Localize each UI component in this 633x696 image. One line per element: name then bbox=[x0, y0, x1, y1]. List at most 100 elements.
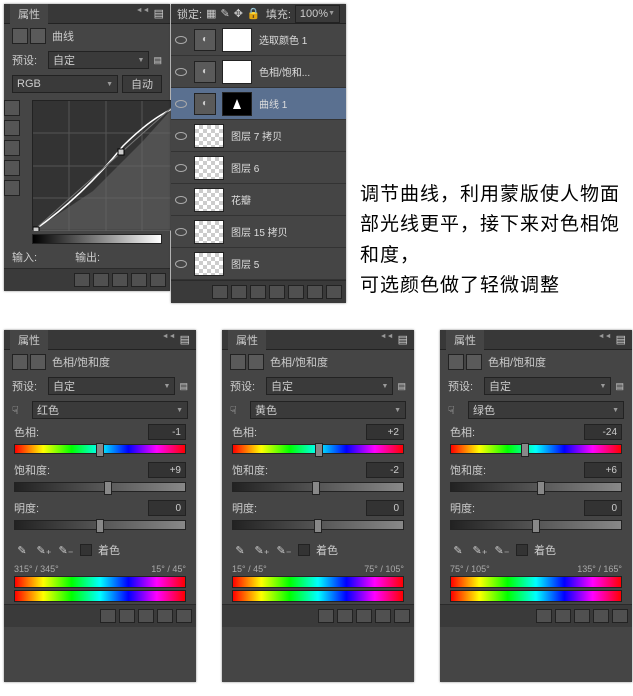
layer-name[interactable]: 图层 7 拷贝 bbox=[231, 128, 282, 143]
eyedropper-add-icon[interactable]: ✎₊ bbox=[36, 542, 52, 558]
eye-icon[interactable] bbox=[356, 609, 372, 623]
point-tool-icon[interactable] bbox=[4, 180, 20, 196]
layer-thumb[interactable] bbox=[194, 188, 224, 212]
hue-range-upper[interactable] bbox=[450, 576, 622, 588]
saturation-value[interactable]: +9 bbox=[148, 462, 186, 478]
properties-tab[interactable]: 属性 bbox=[10, 4, 48, 24]
collapse-icon[interactable]: ◄◄ bbox=[380, 333, 394, 346]
target-adjust-icon[interactable]: ☟ bbox=[12, 404, 28, 417]
footer-icon[interactable] bbox=[74, 273, 90, 287]
adj-type-icon[interactable] bbox=[230, 354, 246, 370]
footer-icon[interactable] bbox=[536, 609, 552, 623]
lock-move-icon[interactable]: ✥ bbox=[234, 7, 243, 20]
pencil-tool-icon[interactable] bbox=[4, 140, 20, 156]
clip-icon[interactable] bbox=[119, 609, 135, 623]
preset-select[interactable]: 自定 bbox=[48, 51, 149, 69]
menu-icon[interactable]: ▤ bbox=[398, 333, 408, 346]
collapse-icon[interactable]: ◄◄ bbox=[598, 333, 612, 346]
target-adjust-icon[interactable]: ☟ bbox=[230, 404, 246, 417]
adjustment-icon[interactable]: ◐ bbox=[194, 61, 216, 83]
eye-icon[interactable] bbox=[112, 273, 128, 287]
hue-value[interactable]: -1 bbox=[148, 424, 186, 440]
group-icon[interactable] bbox=[288, 285, 304, 299]
layer-name[interactable]: 选取颜色 1 bbox=[259, 32, 307, 47]
menu-icon[interactable]: ▤ bbox=[616, 333, 626, 346]
trash-icon[interactable] bbox=[326, 285, 342, 299]
layer-row[interactable]: 花瓣 bbox=[171, 184, 346, 216]
visibility-toggle[interactable] bbox=[171, 36, 191, 44]
hue-range-lower[interactable] bbox=[14, 590, 186, 602]
new-layer-icon[interactable] bbox=[307, 285, 323, 299]
hue-range-upper[interactable] bbox=[232, 576, 404, 588]
layer-name[interactable]: 曲线 1 bbox=[259, 96, 287, 111]
lightness-value[interactable]: 0 bbox=[584, 500, 622, 516]
layer-name[interactable]: 图层 6 bbox=[231, 160, 259, 175]
lock-trans-icon[interactable]: ▦ bbox=[206, 7, 216, 20]
mask-icon[interactable] bbox=[248, 354, 264, 370]
reset-icon[interactable] bbox=[593, 609, 609, 623]
layer-row[interactable]: 图层 5 bbox=[171, 248, 346, 280]
preset-select[interactable]: 自定 bbox=[484, 377, 611, 395]
layer-name[interactable]: 图层 5 bbox=[231, 256, 259, 271]
properties-tab[interactable]: 属性 bbox=[10, 330, 48, 350]
saturation-slider[interactable] bbox=[232, 482, 404, 492]
eye-icon[interactable] bbox=[574, 609, 590, 623]
reset-icon[interactable] bbox=[375, 609, 391, 623]
visibility-toggle[interactable] bbox=[171, 100, 191, 108]
eyedropper-icon[interactable]: ✎ bbox=[450, 542, 466, 558]
collapse-icon[interactable]: ◄◄ bbox=[136, 7, 150, 20]
smooth-tool-icon[interactable] bbox=[4, 160, 20, 176]
mask-icon[interactable] bbox=[30, 28, 46, 44]
preset-select[interactable]: 自定 bbox=[48, 377, 175, 395]
visibility-toggle[interactable] bbox=[171, 132, 191, 140]
hue-value[interactable]: -24 bbox=[584, 424, 622, 440]
saturation-slider[interactable] bbox=[14, 482, 186, 492]
adj-type-icon[interactable] bbox=[12, 28, 28, 44]
lightness-slider[interactable] bbox=[450, 520, 622, 530]
layer-mask-thumb[interactable] bbox=[222, 92, 252, 116]
link-icon[interactable] bbox=[212, 285, 228, 299]
lightness-slider[interactable] bbox=[232, 520, 404, 530]
input-gradient[interactable] bbox=[32, 234, 162, 244]
trash-icon[interactable] bbox=[612, 609, 628, 623]
visibility-toggle[interactable] bbox=[171, 228, 191, 236]
eyedropper-sub-icon[interactable]: ✎₋ bbox=[494, 542, 510, 558]
curve-graph[interactable] bbox=[32, 100, 178, 230]
eyedropper-add-icon[interactable]: ✎₊ bbox=[472, 542, 488, 558]
hue-slider[interactable] bbox=[232, 444, 404, 454]
eyedropper-sub-icon[interactable]: ✎₋ bbox=[58, 542, 74, 558]
adj-type-icon[interactable] bbox=[448, 354, 464, 370]
layer-thumb[interactable] bbox=[194, 156, 224, 180]
visibility-toggle[interactable] bbox=[171, 164, 191, 172]
reset-icon[interactable] bbox=[131, 273, 147, 287]
fx-icon[interactable] bbox=[231, 285, 247, 299]
mask-icon[interactable] bbox=[30, 354, 46, 370]
trash-icon[interactable] bbox=[394, 609, 410, 623]
channel-select[interactable]: 绿色 bbox=[468, 401, 624, 419]
layer-mask-thumb[interactable] bbox=[222, 28, 252, 52]
clip-icon[interactable] bbox=[337, 609, 353, 623]
channel-select[interactable]: 红色 bbox=[32, 401, 188, 419]
hue-slider[interactable] bbox=[450, 444, 622, 454]
eyedropper-sub-icon[interactable]: ✎₋ bbox=[276, 542, 292, 558]
properties-tab[interactable]: 属性 bbox=[446, 330, 484, 350]
layer-name[interactable]: 花瓣 bbox=[231, 192, 251, 207]
mask-icon[interactable] bbox=[466, 354, 482, 370]
colorize-checkbox[interactable] bbox=[298, 544, 310, 556]
eye-icon[interactable] bbox=[138, 609, 154, 623]
layer-name[interactable]: 色相/饱和... bbox=[259, 64, 310, 79]
layer-thumb[interactable] bbox=[194, 252, 224, 276]
visibility-toggle[interactable] bbox=[171, 196, 191, 204]
adjustment-icon[interactable]: ◐ bbox=[194, 93, 216, 115]
trash-icon[interactable] bbox=[176, 609, 192, 623]
lock-all-icon[interactable]: 🔒 bbox=[247, 7, 261, 20]
adj-type-icon[interactable] bbox=[12, 354, 28, 370]
target-adjust-icon[interactable]: ☟ bbox=[448, 404, 464, 417]
layer-row[interactable]: 图层 6 bbox=[171, 152, 346, 184]
layer-row[interactable]: ◐选取颜色 1 bbox=[171, 24, 346, 56]
adj-new-icon[interactable] bbox=[269, 285, 285, 299]
hue-value[interactable]: +2 bbox=[366, 424, 404, 440]
layer-mask-thumb[interactable] bbox=[222, 60, 252, 84]
colorize-checkbox[interactable] bbox=[80, 544, 92, 556]
clip-icon[interactable] bbox=[555, 609, 571, 623]
